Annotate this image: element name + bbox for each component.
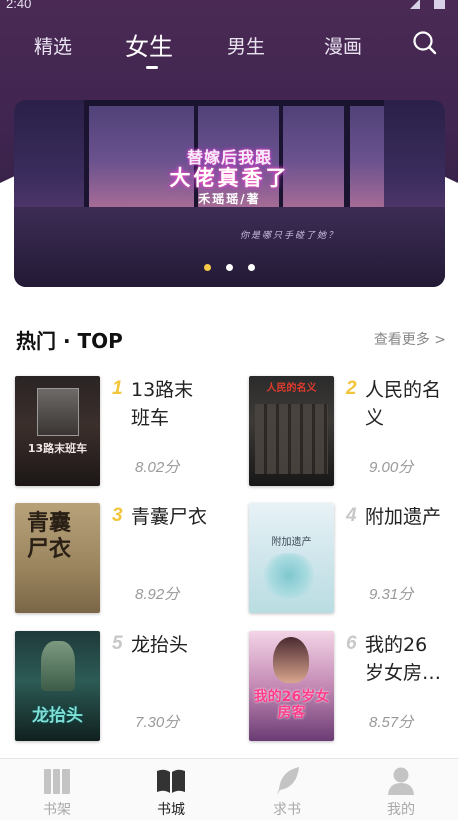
status-bar: 2:40 — [0, 0, 458, 14]
book-cover: 青囊尸衣 — [15, 503, 100, 613]
cover-title: 我的26岁女房客 — [253, 689, 330, 721]
book-score: 9.31分 — [369, 586, 414, 603]
book-item[interactable]: 龙抬头 5 龙抬头 7.30分 — [15, 631, 230, 743]
see-more-link[interactable]: 查看更多 > — [374, 329, 446, 349]
cover-art — [37, 388, 79, 436]
book-score: 7.30分 — [135, 714, 180, 731]
cover-title: 人民的名义 — [266, 383, 317, 394]
cover-art — [255, 404, 328, 474]
bottom-tab-label: 求书 — [273, 802, 301, 818]
banner-dot[interactable] — [248, 264, 256, 271]
bottom-tab-label: 书架 — [43, 802, 71, 818]
banner-bed-art — [14, 207, 445, 287]
book-title: 青囊尸衣 — [131, 506, 208, 528]
active-tab-indicator — [146, 66, 158, 69]
rank-number: 6 — [346, 633, 357, 654]
bookshelf-icon — [41, 765, 73, 797]
bottom-tab-label: 书城 — [157, 802, 185, 818]
rank-number: 3 — [112, 505, 123, 526]
bottom-tab-request[interactable]: 求书 — [230, 759, 344, 820]
top-nav: 精选 女生 男生 漫画 — [0, 24, 458, 74]
bottom-tab-label: 我的 — [387, 802, 415, 818]
user-icon — [385, 765, 417, 797]
feather-icon — [271, 765, 303, 797]
rank-number: 5 — [112, 633, 123, 654]
rank-number: 2 — [346, 378, 357, 399]
book-item[interactable]: 13路末班车 1 13路末班车 8.02分 — [15, 376, 230, 488]
rank-number: 4 — [346, 505, 357, 526]
banner-subtitle: 你是哪只手碰了她？ — [239, 231, 339, 241]
search-icon[interactable] — [412, 30, 438, 56]
bottom-nav: 书架 书城 求书 我的 — [0, 758, 458, 820]
section-title: 热门 · TOP — [16, 329, 123, 353]
book-cover: 龙抬头 — [15, 631, 100, 741]
book-cover: 附加遗产 — [249, 503, 334, 613]
book-title: 13路末班车 — [131, 379, 194, 429]
cover-title: 龙抬头 — [32, 706, 83, 726]
book-cover: 13路末班车 — [15, 376, 100, 486]
cover-art — [273, 637, 309, 683]
tab-female[interactable]: 女生 — [125, 27, 173, 62]
banner-pagination — [14, 256, 445, 275]
book-score: 8.57分 — [369, 714, 414, 731]
book-score: 9.00分 — [369, 459, 414, 476]
tab-featured[interactable]: 精选 — [34, 32, 72, 59]
book-score: 8.92分 — [135, 586, 180, 603]
banner-dot[interactable] — [203, 264, 211, 271]
banner-author: 禾瑶瑶/著 — [198, 192, 261, 206]
banner-title-line2: 大佬真香了 — [169, 166, 290, 190]
cover-art — [41, 641, 75, 691]
cover-title: 13路末班车 — [27, 442, 88, 455]
cover-title: 青囊尸衣 — [26, 511, 71, 562]
book-title: 我的26岁女房… — [365, 634, 442, 684]
book-score: 8.02分 — [135, 459, 180, 476]
signal-battery-icon — [408, 0, 448, 13]
banner-dot[interactable] — [226, 264, 233, 271]
tab-male[interactable]: 男生 — [227, 32, 265, 59]
hot-top-header: 热门 · TOP 查看更多 > — [16, 325, 446, 355]
book-item[interactable]: 青囊尸衣 3 青囊尸衣 8.92分 — [15, 503, 230, 615]
open-book-icon — [155, 765, 187, 797]
status-time: 2:40 — [6, 0, 32, 11]
cover-title: 附加遗产 — [271, 537, 312, 548]
book-cover: 我的26岁女房客 — [249, 631, 334, 741]
cover-art — [259, 553, 319, 598]
bottom-tab-profile[interactable]: 我的 — [344, 759, 458, 820]
book-title: 人民的名义 — [365, 379, 442, 429]
featured-banner[interactable]: 替嫁后我跟 大佬真香了 禾瑶瑶/著 你是哪只手碰了她？ — [14, 100, 445, 287]
tab-comics[interactable]: 漫画 — [324, 32, 362, 59]
book-title: 龙抬头 — [131, 634, 189, 656]
book-item[interactable]: 附加遗产 4 附加遗产 9.31分 — [249, 503, 458, 615]
banner-frame — [84, 100, 384, 106]
book-item[interactable]: 人民的名义 2 人民的名义 9.00分 — [249, 376, 458, 488]
book-item[interactable]: 我的26岁女房客 6 我的26岁女房… 8.57分 — [249, 631, 458, 743]
bottom-tab-bookstore[interactable]: 书城 — [114, 759, 228, 820]
book-cover: 人民的名义 — [249, 376, 334, 486]
book-title: 附加遗产 — [365, 506, 442, 528]
rank-number: 1 — [112, 378, 123, 399]
bottom-tab-bookshelf[interactable]: 书架 — [0, 759, 114, 820]
